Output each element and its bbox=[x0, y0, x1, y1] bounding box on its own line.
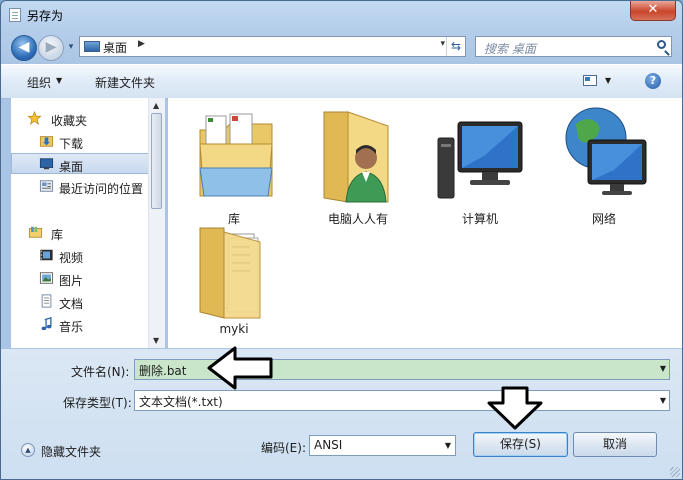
sidebar-item-music[interactable]: 音乐 bbox=[11, 314, 150, 335]
sidebar-item-label: 视频 bbox=[59, 251, 84, 265]
computer-icon bbox=[437, 121, 523, 199]
filename-label: 文件名(N): bbox=[71, 365, 130, 379]
save-as-dialog: 另存为 ✕ ◀ ▶ ▾ 桌面 ▶ ▾ ⇆ 搜索 桌面 组织 ▼ 新建文件夹 ▼ … bbox=[0, 0, 683, 480]
video-icon bbox=[40, 249, 53, 261]
close-button[interactable]: ✕ bbox=[630, 1, 676, 21]
filetype-label: 保存类型(T): bbox=[63, 396, 132, 410]
star-icon bbox=[27, 111, 42, 125]
sidebar-item-label: 收藏夹 bbox=[51, 114, 88, 128]
library-icon bbox=[28, 226, 43, 238]
scroll-down-icon[interactable]: ▼ bbox=[153, 336, 159, 345]
save-button[interactable]: 保存(S) bbox=[473, 432, 568, 457]
view-dropdown-icon[interactable]: ▼ bbox=[605, 76, 611, 85]
help-button[interactable]: ? bbox=[645, 73, 661, 89]
change-view-icon[interactable] bbox=[583, 75, 597, 86]
address-dropdown-icon[interactable]: ▾ bbox=[440, 39, 445, 49]
sidebar-item-pictures[interactable]: 图片 bbox=[11, 268, 150, 289]
filetype-select[interactable]: 文本文档(*.txt) ▼ bbox=[134, 390, 670, 411]
download-folder-icon bbox=[39, 136, 54, 147]
cancel-button[interactable]: 取消 bbox=[573, 432, 657, 457]
collapse-icon[interactable]: ▲ bbox=[21, 443, 35, 457]
sidebar-item-documents[interactable]: 文档 bbox=[11, 291, 150, 312]
music-icon bbox=[41, 317, 52, 331]
recent-pages-button[interactable]: ▾ bbox=[65, 39, 77, 55]
notepad-icon bbox=[9, 8, 21, 22]
document-icon bbox=[41, 294, 52, 308]
user-folder-icon bbox=[323, 111, 389, 203]
file-item-label: 电脑人人有 bbox=[327, 212, 388, 226]
new-folder-button[interactable]: 新建文件夹 bbox=[95, 74, 155, 91]
encoding-dropdown-icon[interactable]: ▼ bbox=[445, 441, 451, 450]
annotation-arrow-down-icon bbox=[487, 386, 543, 430]
libraries-folder-icon bbox=[199, 113, 273, 197]
file-item-label: 计算机 bbox=[461, 212, 498, 226]
folder-icon bbox=[199, 227, 261, 319]
sidebar-item-favorites[interactable]: 收藏夹 bbox=[11, 108, 150, 129]
address-path[interactable]: 桌面 bbox=[103, 39, 127, 56]
sidebar-item-label: 库 bbox=[51, 228, 64, 242]
save-form: 文件名(N): 删除.bat ▼ 保存类型(T): 文本文档(*.txt) ▼ … bbox=[1, 349, 682, 479]
window-title: 另存为 bbox=[27, 9, 64, 23]
command-bar: 组织 ▼ 新建文件夹 ▼ ? bbox=[1, 64, 682, 99]
back-button[interactable]: ◀ bbox=[11, 35, 37, 61]
filename-value[interactable]: 删除.bat bbox=[139, 362, 187, 379]
search-icon[interactable] bbox=[657, 40, 666, 49]
file-list: 库 电脑人人有 计算机 网络 myki bbox=[168, 98, 682, 348]
title-bar[interactable]: 另存为 ✕ bbox=[1, 1, 682, 29]
scrollbar-thumb[interactable] bbox=[151, 113, 162, 209]
sidebar-item-label: 图片 bbox=[59, 274, 84, 288]
sidebar-item-videos[interactable]: 视频 bbox=[11, 245, 150, 266]
file-item-user-folder[interactable]: 电脑人人有 bbox=[310, 104, 406, 226]
recent-places-icon bbox=[39, 180, 54, 192]
file-item-myki[interactable]: myki bbox=[186, 224, 282, 340]
filename-dropdown-icon[interactable]: ▼ bbox=[660, 364, 666, 373]
encoding-select[interactable]: ANSI ▼ bbox=[309, 435, 456, 456]
resize-grip[interactable] bbox=[670, 467, 680, 477]
sidebar-item-label: 文档 bbox=[59, 297, 84, 311]
desktop-icon bbox=[39, 158, 54, 170]
navigation-pane: 收藏夹 下载 桌面 最近访问的位置 库 视频 图片 文档 音乐 ▲ ▼ bbox=[11, 98, 165, 348]
filetype-dropdown-icon[interactable]: ▼ bbox=[660, 396, 666, 405]
refresh-button[interactable]: ⇆ bbox=[446, 37, 465, 56]
sidebar-item-recent-places[interactable]: 最近访问的位置 bbox=[11, 176, 150, 197]
desktop-icon bbox=[84, 41, 100, 52]
search-input[interactable]: 搜索 桌面 bbox=[475, 36, 672, 57]
sidebar-item-libraries[interactable]: 库 bbox=[11, 222, 150, 243]
file-item-network[interactable]: 网络 bbox=[556, 104, 652, 226]
sidebar-item-label: 桌面 bbox=[59, 160, 84, 174]
file-item-label: myki bbox=[219, 322, 249, 336]
file-item-libraries[interactable]: 库 bbox=[186, 104, 282, 226]
file-item-computer[interactable]: 计算机 bbox=[432, 104, 528, 226]
address-bar[interactable]: 桌面 ▶ ▾ ⇆ bbox=[79, 36, 466, 57]
sidebar-item-label: 音乐 bbox=[59, 320, 84, 334]
organize-dropdown-icon[interactable]: ▼ bbox=[56, 76, 62, 85]
breadcrumb-chevron-icon[interactable]: ▶ bbox=[138, 39, 145, 49]
scroll-up-icon[interactable]: ▲ bbox=[153, 101, 159, 110]
picture-icon bbox=[39, 272, 54, 284]
filetype-value: 文本文档(*.txt) bbox=[139, 395, 223, 409]
encoding-value: ANSI bbox=[314, 438, 343, 452]
sidebar-item-label: 下载 bbox=[59, 137, 84, 151]
network-icon bbox=[565, 107, 647, 195]
file-item-label: 网络 bbox=[591, 212, 616, 226]
sidebar-scrollbar[interactable]: ▲ ▼ bbox=[148, 98, 165, 348]
organize-button[interactable]: 组织 bbox=[27, 74, 51, 91]
search-placeholder: 搜索 桌面 bbox=[484, 42, 536, 56]
sidebar-item-desktop[interactable]: 桌面 bbox=[11, 153, 150, 174]
forward-button[interactable]: ▶ bbox=[38, 35, 64, 61]
annotation-arrow-left-icon bbox=[207, 346, 273, 390]
sidebar-item-label: 最近访问的位置 bbox=[59, 182, 144, 196]
encoding-label: 编码(E): bbox=[261, 441, 306, 455]
hide-folders-label[interactable]: 隐藏文件夹 bbox=[41, 443, 101, 460]
sidebar-item-downloads[interactable]: 下载 bbox=[11, 131, 150, 152]
